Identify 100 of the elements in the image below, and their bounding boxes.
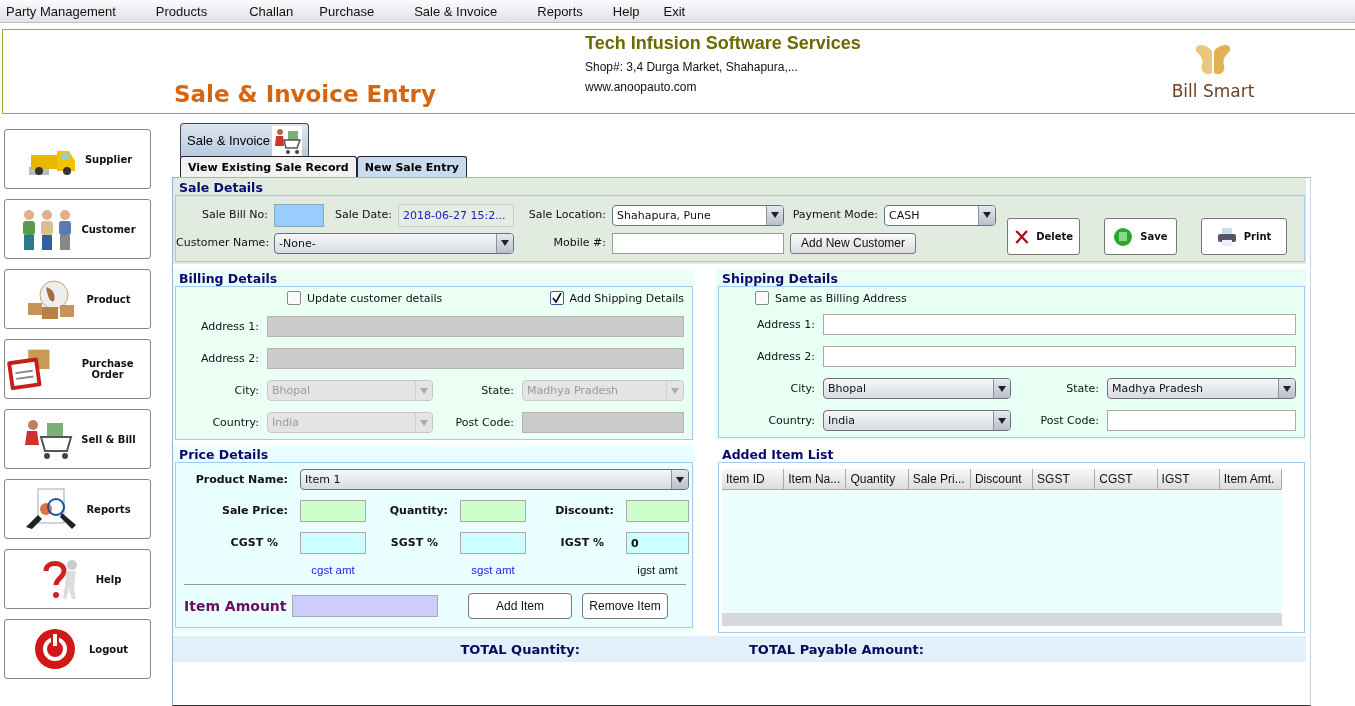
- field-label: SGST %: [389, 536, 439, 550]
- scrollbar[interactable]: [722, 613, 1282, 626]
- address-field[interactable]: [823, 346, 1296, 367]
- mobile-field[interactable]: [612, 232, 784, 254]
- column-header[interactable]: Item ID: [722, 469, 785, 490]
- menu-item[interactable]: Challan: [249, 3, 294, 19]
- section-title: Billing Details: [178, 270, 279, 286]
- address-field[interactable]: [823, 314, 1296, 335]
- checkbox[interactable]: [755, 291, 769, 305]
- state-dropdown[interactable]: Madhya Pradesh: [1107, 378, 1296, 399]
- nav-button[interactable]: Help: [4, 549, 151, 609]
- column-header[interactable]: IGST: [1157, 469, 1220, 490]
- column-header[interactable]: Discount: [970, 469, 1034, 490]
- column-header[interactable]: CGST: [1095, 469, 1158, 490]
- field-label: Sale Bill No:: [201, 208, 268, 222]
- column-header[interactable]: Sale Pri...: [908, 469, 971, 490]
- item-amount-label: Item Amount: [184, 598, 288, 614]
- add-customer-button[interactable]: Add New Customer: [790, 232, 917, 254]
- item-button[interactable]: Remove Item: [582, 593, 668, 619]
- field-label: Address 2:: [756, 349, 815, 364]
- dropdown-arrow-icon: [501, 240, 509, 246]
- dropdown-arrow-icon: [676, 476, 684, 483]
- menu-item[interactable]: Party Management: [6, 3, 116, 19]
- action-button[interactable]: Print: [1201, 218, 1287, 255]
- action-button[interactable]: Save: [1104, 218, 1177, 255]
- tab[interactable]: View Existing Sale Record: [180, 156, 357, 177]
- field-label: Mobile #:: [552, 236, 606, 250]
- city-dropdown[interactable]: Bhopal: [823, 378, 1011, 399]
- field-label: State:: [480, 383, 514, 398]
- column-header[interactable]: Item Na...: [784, 469, 847, 490]
- field-label: Sale Price:: [220, 504, 288, 518]
- dropdown-arrow-icon: [420, 387, 428, 394]
- number-field[interactable]: [300, 500, 366, 522]
- customer-dropdown[interactable]: -None-: [274, 232, 514, 254]
- field-label: Address 2:: [200, 351, 259, 366]
- country-dropdown[interactable]: India: [823, 410, 1011, 431]
- action-button[interactable]: Delete: [1007, 218, 1080, 255]
- nav-button[interactable]: Sell & Bill: [4, 409, 151, 469]
- payment-mode-dropdown[interactable]: CASH: [884, 204, 996, 226]
- number-field[interactable]: [626, 500, 689, 522]
- dropdown-arrow-icon: [771, 212, 779, 218]
- section-title: Added Item List: [721, 446, 835, 462]
- section-title: Shipping Details: [721, 270, 839, 286]
- section-title: Sale Details: [178, 179, 264, 195]
- location-dropdown[interactable]: Shahapura, Pune: [612, 204, 784, 226]
- item-amount-field[interactable]: [292, 595, 438, 617]
- menu-item[interactable]: Help: [612, 3, 640, 19]
- nav-button[interactable]: Purchase Order: [4, 339, 151, 399]
- company-name: Tech Infusion Software Services: [585, 33, 862, 54]
- nav-button[interactable]: Logout: [4, 619, 151, 679]
- section-title: Price Details: [178, 446, 270, 462]
- field-label: IGST %: [559, 536, 605, 550]
- field-label: State:: [1065, 381, 1099, 396]
- menu-item[interactable]: Products: [155, 3, 208, 19]
- logo-text: Bill Smart: [1171, 80, 1255, 101]
- dropdown-arrow-icon: [998, 417, 1006, 424]
- field-label: Quantity:: [388, 504, 448, 518]
- field-label: Product Name:: [194, 472, 288, 487]
- tab[interactable]: New Sale Entry: [356, 156, 467, 177]
- menu-item[interactable]: Reports: [537, 3, 583, 19]
- column-header[interactable]: SGST: [1033, 469, 1096, 490]
- number-field[interactable]: 0: [626, 532, 689, 554]
- sale-date-field[interactable]: 2018-06-27 15:2...: [398, 203, 514, 227]
- tax-amount-label: igst amt: [636, 564, 679, 576]
- column-header[interactable]: Quantity: [846, 469, 909, 490]
- nav-button[interactable]: Reports: [4, 479, 151, 539]
- item-button[interactable]: Add Item: [468, 593, 572, 619]
- total-payable-label: TOTAL Payable Amount:: [748, 641, 924, 657]
- column-header[interactable]: Item Amt.: [1219, 469, 1282, 490]
- company-address: Shop#: 3,4 Durga Market, Shahapura,...: [585, 60, 799, 74]
- dropdown-arrow-icon: [983, 212, 991, 218]
- dropdown-arrow-icon: [1283, 385, 1291, 392]
- field-label: Address 1:: [200, 319, 259, 334]
- nav-button[interactable]: Customer: [4, 199, 151, 259]
- bill-number-field[interactable]: [274, 203, 324, 227]
- post-code-field[interactable]: [1107, 410, 1296, 431]
- field-label: Country:: [211, 415, 259, 430]
- field-label: Discount:: [554, 504, 614, 518]
- page-title: Sale & Invoice Entry: [174, 81, 436, 107]
- field-label: Customer Name:: [176, 236, 268, 250]
- checkbox-label: Add Shipping Details: [569, 291, 684, 305]
- tax-amount-label: cgst amt: [310, 564, 356, 576]
- save-icon: [1113, 226, 1134, 247]
- nav-button[interactable]: Product: [4, 269, 151, 329]
- product-dropdown[interactable]: Item 1: [300, 469, 689, 490]
- number-field[interactable]: [300, 532, 366, 554]
- menu-item[interactable]: Sale & Invoice: [414, 3, 498, 19]
- menu-item[interactable]: Exit: [663, 3, 686, 19]
- field-label: CGST %: [229, 536, 279, 550]
- module-tab[interactable]: Sale & Invoice: [180, 123, 310, 157]
- field-label: Country:: [767, 413, 815, 428]
- nav-button[interactable]: Supplier: [4, 129, 151, 189]
- number-field[interactable]: [460, 500, 526, 522]
- field-label: Sale Date:: [333, 208, 392, 222]
- total-quantity-label: TOTAL Quantity:: [460, 641, 581, 657]
- number-field[interactable]: [460, 532, 526, 554]
- dropdown-arrow-icon: [998, 385, 1006, 392]
- menu-item[interactable]: Purchase: [319, 3, 375, 19]
- shopping-cart-icon: [272, 125, 303, 156]
- dropdown-arrow-icon: [420, 419, 428, 426]
